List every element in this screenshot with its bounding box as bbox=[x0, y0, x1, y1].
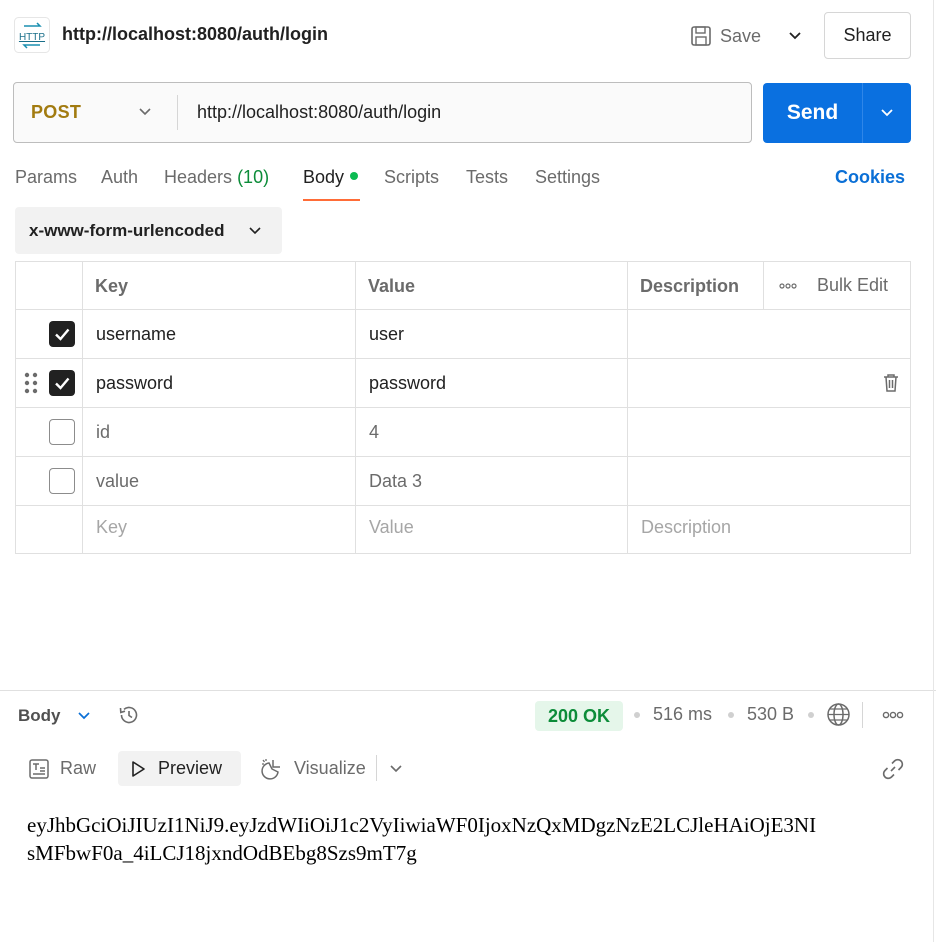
view-visualize-button[interactable]: Visualize bbox=[250, 751, 376, 786]
new-value-input[interactable]: Value bbox=[369, 517, 414, 538]
view-raw-button[interactable]: Raw bbox=[18, 751, 106, 786]
response-time[interactable]: 516 ms bbox=[653, 704, 712, 725]
checkmark-icon bbox=[55, 377, 70, 390]
row-value[interactable]: user bbox=[369, 324, 404, 345]
save-options-chevron-down-icon[interactable] bbox=[784, 24, 806, 48]
body-type-select[interactable]: x-www-form-urlencoded bbox=[15, 207, 282, 254]
view-preview-button[interactable]: Preview bbox=[118, 751, 241, 786]
tab-headers-label: Headers bbox=[164, 167, 233, 187]
row-checkbox[interactable] bbox=[49, 419, 75, 445]
tab-body-label: Body bbox=[303, 167, 345, 187]
cookies-link[interactable]: Cookies bbox=[835, 167, 905, 188]
preview-line: sMFbwF0a_4iLCJ18jxndOdBEbg8Szs9mT7g bbox=[27, 841, 417, 865]
url-input[interactable]: http://localhost:8080/auth/login bbox=[197, 102, 441, 123]
share-button[interactable]: Share bbox=[824, 12, 911, 59]
row-value[interactable]: 4 bbox=[369, 422, 379, 443]
separator-dot bbox=[808, 712, 814, 718]
column-header-value: Value bbox=[368, 276, 416, 296]
row-checkbox[interactable] bbox=[49, 321, 75, 347]
row-checkbox[interactable] bbox=[49, 370, 75, 396]
tab-auth[interactable]: Auth bbox=[101, 167, 138, 189]
view-preview-label: Preview bbox=[158, 758, 223, 778]
raw-text-icon bbox=[28, 758, 50, 780]
trash-icon[interactable] bbox=[882, 373, 900, 393]
visualize-icon bbox=[260, 757, 284, 781]
table-divider bbox=[355, 261, 356, 554]
http-icon: HTTP bbox=[14, 17, 50, 53]
more-options-icon[interactable] bbox=[882, 711, 904, 719]
send-label[interactable]: Send bbox=[763, 83, 862, 143]
save-icon bbox=[690, 25, 712, 47]
tab-headers[interactable]: Headers (10) bbox=[164, 167, 269, 189]
tab-scripts[interactable]: Scripts bbox=[384, 167, 439, 189]
toolbar-separator bbox=[376, 755, 377, 781]
table-divider bbox=[15, 358, 911, 359]
body-type-label: x-www-form-urlencoded bbox=[29, 220, 225, 240]
preview-line: eyJhbGciOiJIUzI1NiJ9.eyJzdWIiOiJ1c2VyIiw… bbox=[27, 813, 817, 837]
globe-icon[interactable] bbox=[826, 702, 851, 727]
column-header-key: Key bbox=[95, 276, 129, 296]
row-key[interactable]: id bbox=[96, 422, 110, 443]
row-key[interactable]: password bbox=[96, 373, 173, 394]
method-select[interactable]: POST bbox=[31, 102, 81, 123]
separator-dot bbox=[728, 712, 734, 718]
separator-dot bbox=[634, 712, 640, 718]
play-icon bbox=[128, 759, 148, 779]
drag-handle-icon[interactable] bbox=[24, 371, 38, 395]
save-button[interactable]: Save bbox=[690, 21, 761, 51]
request-title[interactable]: http://localhost:8080/auth/login bbox=[62, 24, 328, 45]
checkmark-icon bbox=[55, 328, 70, 341]
row-key[interactable]: value bbox=[96, 471, 139, 492]
table-divider bbox=[15, 456, 911, 457]
history-icon[interactable] bbox=[117, 703, 141, 727]
active-tab-indicator bbox=[303, 199, 360, 201]
status-badge: 200 OK bbox=[535, 701, 623, 731]
table-divider bbox=[15, 407, 911, 408]
url-divider bbox=[177, 95, 178, 130]
view-visualize-label: Visualize bbox=[294, 758, 366, 778]
save-label: Save bbox=[720, 25, 762, 46]
svg-text:HTTP: HTTP bbox=[19, 32, 45, 43]
response-section-chevron-down-icon[interactable] bbox=[75, 708, 93, 724]
send-options-chevron-down-icon[interactable] bbox=[863, 83, 911, 143]
method-chevron-down-icon[interactable] bbox=[134, 100, 156, 124]
response-section-select[interactable]: Body bbox=[18, 706, 61, 726]
tab-body[interactable]: Body bbox=[303, 167, 359, 189]
row-checkbox[interactable] bbox=[49, 468, 75, 494]
pane-edge bbox=[933, 0, 934, 942]
bulk-edit-button[interactable]: Bulk Edit bbox=[817, 275, 888, 296]
visualize-options-chevron-down-icon[interactable] bbox=[387, 761, 405, 777]
table-divider bbox=[15, 505, 911, 506]
tab-params[interactable]: Params bbox=[15, 167, 77, 189]
new-description-input[interactable]: Description bbox=[641, 517, 731, 538]
row-key[interactable]: username bbox=[96, 324, 176, 345]
row-value[interactable]: password bbox=[369, 373, 446, 394]
body-type-chevron-down-icon[interactable] bbox=[244, 219, 266, 243]
tab-tests[interactable]: Tests bbox=[466, 167, 508, 189]
view-raw-label: Raw bbox=[60, 758, 97, 778]
toolbar-separator bbox=[862, 702, 863, 728]
tab-headers-count: (10) bbox=[237, 167, 270, 187]
response-preview: eyJhbGciOiJIUzI1NiJ9.eyJzdWIiOiJ1c2VyIiw… bbox=[27, 811, 933, 867]
table-divider bbox=[15, 309, 911, 310]
table-divider bbox=[82, 261, 83, 554]
table-divider bbox=[763, 261, 764, 309]
response-size[interactable]: 530 B bbox=[747, 704, 794, 725]
link-icon[interactable] bbox=[881, 757, 905, 781]
table-divider bbox=[627, 261, 628, 554]
response-divider bbox=[0, 690, 936, 691]
tab-settings[interactable]: Settings bbox=[535, 167, 600, 189]
column-header-description: Description bbox=[640, 276, 740, 296]
body-modified-dot-icon bbox=[350, 172, 359, 181]
new-key-input[interactable]: Key bbox=[96, 517, 127, 538]
row-value[interactable]: Data 3 bbox=[369, 471, 422, 492]
more-options-icon[interactable] bbox=[778, 275, 798, 297]
